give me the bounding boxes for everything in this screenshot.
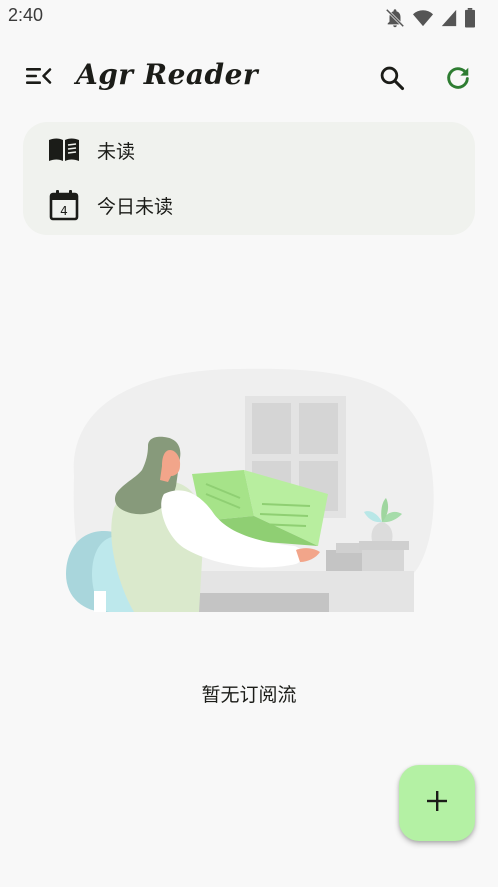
filter-label-unread: 未读	[97, 140, 136, 163]
search-button[interactable]	[372, 60, 412, 100]
refresh-icon	[444, 64, 472, 96]
add-icon	[424, 788, 450, 818]
calendar-today-icon: 4	[47, 188, 81, 222]
screen: 2:40 Agr Reader 未读 4 今日未读 暂无订阅流	[0, 0, 498, 887]
open-book-icon	[47, 133, 81, 167]
empty-state-illustration	[64, 366, 436, 616]
app-title: Agr Reader	[76, 58, 259, 91]
wifi-icon	[412, 8, 434, 28]
menu-collapse-icon	[24, 65, 52, 91]
top-app-bar: Agr Reader	[0, 50, 498, 106]
empty-state-message: 暂无订阅流	[201, 684, 297, 706]
status-icons	[384, 7, 476, 29]
add-subscription-fab[interactable]	[399, 765, 475, 841]
signal-icon	[440, 8, 458, 28]
filter-label-today-unread: 今日未读	[97, 195, 174, 218]
refresh-button[interactable]	[438, 60, 478, 100]
filter-item-unread[interactable]: 未读	[23, 123, 475, 177]
filter-item-today-unread[interactable]: 4 今日未读	[23, 178, 475, 232]
search-icon	[378, 64, 406, 96]
filter-card: 未读 4 今日未读	[23, 122, 475, 235]
calendar-day-number: 4	[60, 204, 68, 218]
status-time: 2:40	[8, 5, 44, 25]
menu-button[interactable]	[20, 60, 56, 96]
notifications-off-icon	[384, 7, 406, 29]
battery-icon	[464, 8, 476, 28]
status-bar: 2:40	[0, 0, 498, 34]
